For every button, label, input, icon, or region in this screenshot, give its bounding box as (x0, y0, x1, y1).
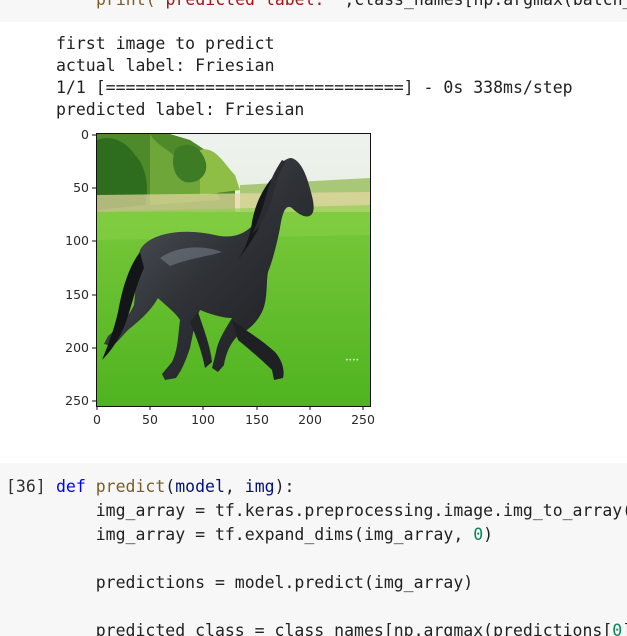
code-line-2: img_array = tf.keras.preprocessing.image… (56, 501, 627, 520)
x-tick-100: 100 (191, 412, 215, 427)
code-line-3-pre: img_array = tf.expand_dims(img_array, (56, 525, 474, 544)
x-tick-200: 200 (298, 412, 322, 427)
x-tick-250: 250 (351, 412, 375, 427)
param-separator: , (224, 477, 245, 496)
x-tick-50: 50 (142, 412, 158, 427)
y-axis (92, 134, 96, 402)
code-line-3: img_array = tf.expand_dims(img_array, 0) (56, 523, 627, 547)
y-tick-100: 100 (65, 233, 89, 248)
y-tick-labels: 0 50 100 150 200 250 (65, 127, 89, 408)
y-tick-0: 0 (81, 127, 89, 142)
y-tick-150: 150 (65, 287, 89, 302)
horse-image: •••• (97, 134, 370, 406)
code-line-1: def predict(model, img): (56, 475, 627, 499)
x-tick-labels: 0 50 100 150 200 250 (93, 412, 375, 427)
function-name: predict (95, 477, 166, 496)
x-tick-0: 0 (93, 412, 101, 427)
number-literal: 0 (473, 525, 484, 544)
code-line-3-post: ) (483, 525, 494, 544)
y-tick-50: 50 (73, 180, 89, 195)
param-img: img (244, 477, 275, 496)
paren-open: ( (165, 477, 176, 496)
param-model: model (175, 477, 225, 496)
code-line-7-post: ]) (622, 621, 627, 636)
number-literal: 0 (612, 621, 623, 636)
paren-close: ): (274, 477, 295, 496)
code-cell-36[interactable]: [36] def predict(model, img): img_array … (0, 463, 627, 636)
code-line-7: predicted_class = class_names[np.argmax(… (56, 619, 627, 636)
y-tick-200: 200 (65, 340, 89, 355)
svg-text:••••: •••• (345, 357, 359, 364)
keyword-def: def (56, 477, 86, 496)
code-line-7-pre: predicted_class = class_names[np.argmax(… (56, 621, 613, 636)
y-tick-250: 250 (65, 393, 89, 408)
x-tick-150: 150 (245, 412, 269, 427)
code-editor[interactable]: def predict(model, img): img_array = tf.… (56, 475, 627, 636)
code-line-5: predictions = model.predict(img_array) (56, 573, 474, 592)
execution-count-prompt: [36] (6, 477, 46, 496)
image-plot: •••• 0 50 100 150 200 250 0 50 100 150 2… (65, 127, 375, 427)
